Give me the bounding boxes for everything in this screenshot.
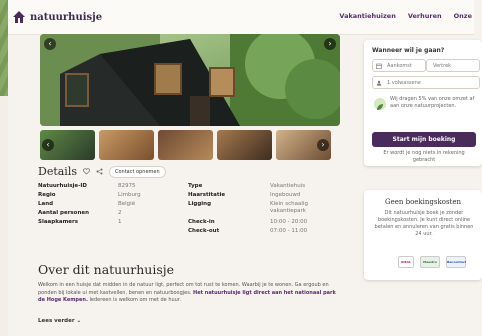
- about-text-3: Iedereen is welkom om met de huur.: [89, 297, 182, 303]
- detail-value: Limburg: [118, 192, 141, 198]
- booking-costs-text: Dit natuurhuisje boek je zonder boekings…: [374, 210, 474, 237]
- maestro-icon: Maestro: [420, 256, 440, 268]
- thumbs-prev-button[interactable]: ‹: [42, 139, 54, 151]
- departure-field[interactable]: Vertrek: [426, 59, 480, 72]
- about-paragraph: Welkom in een huisje dat midden in de na…: [38, 282, 338, 305]
- chevron-down-icon: ⌄: [76, 318, 82, 324]
- gallery-prev-button[interactable]: ‹: [44, 38, 56, 50]
- arrival-placeholder: Aankomst: [387, 63, 412, 69]
- details-table-left: Natuurhuisje-ID 82975 Regio Limburg Land Be…: [38, 182, 141, 227]
- table-row: Aantal personen 2: [38, 209, 141, 218]
- house-icon: [13, 11, 25, 23]
- logo[interactable]: natuurhuisje: [12, 10, 102, 24]
- leaf-icon: [374, 98, 386, 110]
- details-title: Details: [38, 165, 77, 178]
- read-more-link[interactable]: Lees verder ⌄: [38, 318, 81, 324]
- detail-value: Ingebouwd: [270, 192, 301, 198]
- eco-text: Wij dragen 5% van onze omzet af aan onze…: [390, 96, 475, 109]
- detail-value: 1: [118, 219, 122, 225]
- thumbnail-1[interactable]: ‹: [40, 130, 95, 160]
- read-more-label: Lees verder: [38, 318, 75, 324]
- gallery-next-button[interactable]: ›: [324, 38, 336, 50]
- guests-field[interactable]: 1 volwassene: [372, 76, 480, 89]
- detail-label: Haarstitatie: [188, 192, 226, 198]
- detail-label: Land: [38, 201, 54, 207]
- top-bar: natuurhuisje Vakantiehuizen Verhuren Onz…: [8, 0, 474, 35]
- table-row: Regio Limburg: [38, 191, 141, 200]
- detail-label: Slaapkamers: [38, 219, 79, 225]
- about-title: Over dit natuurhuisje: [38, 262, 175, 277]
- main-photo[interactable]: ‹ ›: [40, 34, 340, 126]
- detail-value: 2: [118, 210, 122, 216]
- thumbnail-strip: ‹ ›: [40, 130, 331, 160]
- nav-onze[interactable]: Onze: [454, 12, 472, 20]
- detail-label: Check-out: [188, 228, 220, 234]
- start-booking-button[interactable]: Start mijn boeking: [372, 132, 476, 147]
- table-row: Natuurhuisje-ID 82975: [38, 182, 141, 191]
- thumbnail-3[interactable]: [158, 130, 213, 160]
- thumbnail-2[interactable]: [99, 130, 154, 160]
- departure-placeholder: Vertrek: [433, 63, 452, 69]
- guests-placeholder: 1 volwassene: [387, 80, 421, 86]
- cabin-photo: [40, 34, 340, 126]
- detail-value: 82975: [118, 183, 136, 189]
- thumbs-next-button[interactable]: ›: [317, 139, 329, 151]
- detail-label: Regio: [38, 192, 56, 198]
- detail-value: Klein schaalig vakantiepark: [270, 201, 308, 214]
- detail-label: Ligging: [188, 201, 212, 207]
- booking-costs-title: Geen boekingskosten: [384, 198, 462, 206]
- detail-label: Type: [188, 183, 203, 189]
- thumbnail-5[interactable]: ›: [276, 130, 331, 160]
- table-row: Slaapkamers 1: [38, 218, 141, 227]
- booking-note: Er wordt je nog niets in rekening gebrac…: [383, 150, 465, 163]
- detail-value: België: [118, 201, 136, 207]
- table-row: Check-in 10:00 - 20:00: [188, 218, 320, 227]
- nav-vakantiehuizen[interactable]: Vakantiehuizen: [339, 12, 395, 20]
- calendar-icon: [376, 63, 382, 69]
- detail-label: Natuurhuisje-ID: [38, 183, 87, 189]
- heart-icon[interactable]: [83, 168, 90, 175]
- payment-methods: iDEAL Maestro Bancontact: [398, 256, 466, 268]
- ideal-icon: iDEAL: [398, 256, 414, 268]
- share-icon[interactable]: [96, 168, 103, 175]
- thumbnail-4[interactable]: [217, 130, 272, 160]
- detail-value: 10:00 - 20:00: [270, 219, 308, 225]
- table-row: Check-out 07:00 - 11:00: [188, 227, 320, 236]
- booking-card: Wanneer wil je gaan? Aankomst Vertrek 1 …: [364, 40, 482, 166]
- main-nav: Vakantiehuizen Verhuren Onze: [339, 12, 472, 20]
- booking-costs-card: Geen boekingskosten Dit natuurhuisje boe…: [364, 190, 482, 280]
- detail-value: Vakantiehuis: [270, 183, 306, 189]
- contact-button[interactable]: Contact opnemen: [109, 165, 166, 178]
- table-row: Land België: [38, 200, 141, 209]
- details-table-right: Type Vakantiehuis Haarstitatie Ingebouwd L…: [188, 182, 320, 236]
- booking-question: Wanneer wil je gaan?: [372, 47, 445, 54]
- detail-value: 07:00 - 11:00: [270, 228, 308, 234]
- bancontact-icon: Bancontact: [446, 256, 466, 268]
- details-header: Details Contact opnemen: [38, 165, 166, 178]
- table-row: Ligging Klein schaalig vakantiepark: [188, 200, 320, 218]
- detail-label: Check-in: [188, 219, 215, 225]
- person-icon: [376, 80, 382, 86]
- table-row: Type Vakantiehuis: [188, 182, 320, 191]
- brand-name: natuurhuisje: [30, 11, 103, 23]
- about-text-1: Welkom in een huisje dat midden in de na…: [38, 282, 241, 288]
- detail-label: Aantal personen: [38, 210, 90, 216]
- nav-verhuren[interactable]: Verhuren: [408, 12, 442, 20]
- table-row: Haarstitatie Ingebouwd: [188, 191, 320, 200]
